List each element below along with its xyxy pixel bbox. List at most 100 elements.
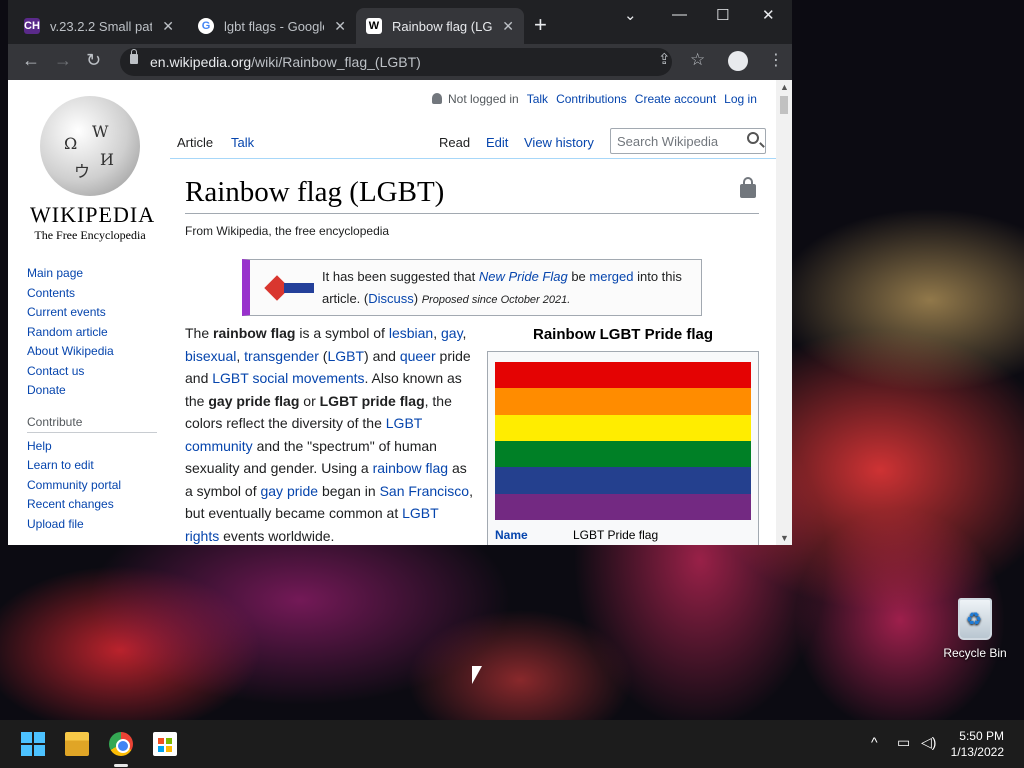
- infobox-value: LGBT Pride flag: [573, 528, 659, 542]
- puzzle-globe-icon: ΩWИウ: [40, 96, 140, 196]
- profile-avatar-icon[interactable]: [728, 51, 748, 71]
- reload-icon[interactable]: ↻: [86, 50, 101, 71]
- wikipedia-page: ΩWИウ WIKIPEDIA The Free Encyclopedia Mai…: [8, 80, 792, 545]
- tab-rainbow-flag[interactable]: W Rainbow flag (LGBT) - ✕: [356, 8, 524, 44]
- create-account-link[interactable]: Create account: [635, 92, 716, 106]
- show-hidden-icons-chevron-icon[interactable]: ^: [871, 734, 878, 750]
- proposed-date: Proposed since October 2021.: [421, 294, 571, 306]
- maximize-icon[interactable]: ☐: [716, 6, 729, 24]
- user-icon: [432, 93, 442, 104]
- tab-title: v.23.2.2 Small patch: [50, 18, 153, 34]
- wikipedia-logo[interactable]: ΩWИウ WIKIPEDIA The Free Encyclopedia: [30, 96, 154, 243]
- tab-read[interactable]: Read: [439, 135, 470, 150]
- link-gay[interactable]: gay: [441, 325, 463, 341]
- address-bar[interactable]: en.wikipedia.org/wiki/Rainbow_flag_(LGBT…: [120, 48, 672, 76]
- flag-stripe: [495, 362, 751, 389]
- tab-small-patch[interactable]: CH v.23.2.2 Small patch ✕: [14, 8, 184, 44]
- nav-help[interactable]: Help: [27, 437, 167, 457]
- scroll-thumb[interactable]: [780, 96, 788, 114]
- infobox-title: Rainbow LGBT Pride flag: [532, 326, 713, 343]
- scroll-down-icon[interactable]: ▼: [780, 533, 789, 543]
- taskbar: ^ ▭ ◁) 5:50 PM 1/13/2022: [0, 720, 1024, 768]
- article-lead-paragraph: The rainbow flag is a symbol of lesbian,…: [185, 325, 473, 544]
- scroll-up-icon[interactable]: ▲: [780, 82, 789, 92]
- flag-stripe: [495, 440, 751, 468]
- flag-stripe: [495, 467, 751, 494]
- tab-talk[interactable]: Talk: [231, 135, 254, 150]
- log-in-link[interactable]: Log in: [724, 92, 757, 106]
- link-gay-pride[interactable]: gay pride: [260, 483, 318, 499]
- nav-random-article[interactable]: Random article: [27, 323, 167, 343]
- nav-current-events[interactable]: Current events: [27, 303, 167, 323]
- close-tab-icon[interactable]: ✕: [162, 18, 174, 35]
- nav-contact-us[interactable]: Contact us: [27, 362, 167, 382]
- tagline: The Free Encyclopedia: [34, 228, 146, 242]
- start-button[interactable]: [21, 732, 45, 756]
- infobox: Rainbow LGBT Pride flag Name LGBT Pride …: [487, 322, 759, 545]
- nav-recent-changes[interactable]: Recent changes: [27, 495, 167, 515]
- flag-stripe: [495, 388, 751, 415]
- chrome-icon[interactable]: [109, 732, 133, 756]
- contributions-link[interactable]: Contributions: [556, 92, 627, 106]
- merged-link[interactable]: merged: [589, 269, 633, 284]
- link-transgender[interactable]: transgender: [244, 348, 319, 364]
- minimize-icon[interactable]: —: [672, 6, 687, 23]
- active-app-indicator: [114, 764, 128, 767]
- clock[interactable]: 5:50 PM 1/13/2022: [946, 728, 1004, 760]
- page-scrollbar[interactable]: ▲ ▼: [776, 80, 792, 545]
- nav-about-wikipedia[interactable]: About Wikipedia: [27, 342, 167, 362]
- file-explorer-icon[interactable]: [65, 732, 89, 756]
- contribute-heading: Contribute: [27, 415, 157, 433]
- infobox-row-name: Name LGBT Pride flag: [495, 528, 751, 542]
- rainbow-flag-image[interactable]: [495, 362, 751, 520]
- link-lesbian[interactable]: lesbian: [389, 325, 433, 341]
- flag-stripe: [495, 414, 751, 441]
- link-lgbt[interactable]: LGBT: [327, 348, 364, 364]
- close-tab-icon[interactable]: ✕: [334, 18, 346, 35]
- microsoft-store-icon[interactable]: [153, 732, 177, 756]
- nav-contents[interactable]: Contents: [27, 284, 167, 304]
- forward-icon[interactable]: →: [54, 50, 72, 71]
- tab-title: lgbt flags - Google Se: [224, 18, 324, 34]
- volume-icon[interactable]: ◁): [921, 734, 936, 751]
- link-lgbt-social-movements[interactable]: LGBT social movements: [212, 370, 364, 386]
- protection-lock-icon[interactable]: [740, 177, 756, 198]
- chrome-window: CH v.23.2.2 Small patch ✕ G lgbt flags -…: [8, 0, 792, 545]
- link-bisexual[interactable]: bisexual: [185, 348, 236, 364]
- tab-google-search[interactable]: G lgbt flags - Google Se ✕: [188, 8, 356, 44]
- menu-kebab-icon[interactable]: ⋮: [768, 50, 784, 70]
- search-placeholder: Search Wikipedia: [617, 134, 719, 149]
- link-rainbow-flag[interactable]: rainbow flag: [373, 460, 449, 476]
- recycle-bin-label: Recycle Bin: [943, 646, 1007, 660]
- search-icon[interactable]: [747, 132, 759, 144]
- back-icon[interactable]: ←: [22, 50, 40, 71]
- tab-search-icon[interactable]: ⌄: [624, 6, 637, 24]
- bookmark-star-icon[interactable]: ☆: [690, 50, 705, 70]
- infobox-key: Name: [495, 528, 528, 542]
- nav-upload-file[interactable]: Upload file: [27, 515, 167, 535]
- lock-icon: [130, 49, 138, 64]
- link-san-francisco[interactable]: San Francisco: [380, 483, 469, 499]
- google-icon: G: [198, 18, 214, 34]
- nav-community-portal[interactable]: Community portal: [27, 476, 167, 496]
- close-tab-icon[interactable]: ✕: [502, 18, 514, 35]
- app-icon: CH: [24, 18, 40, 34]
- recycle-bin-icon: [958, 598, 992, 640]
- share-icon[interactable]: ⇪: [658, 50, 671, 68]
- nav-learn-to-edit[interactable]: Learn to edit: [27, 456, 167, 476]
- tab-view-history[interactable]: View history: [524, 135, 594, 150]
- new-tab-button[interactable]: +: [534, 12, 547, 38]
- tab-article[interactable]: Article: [177, 135, 213, 150]
- personal-talk-link[interactable]: Talk: [527, 92, 548, 106]
- nav-main-page[interactable]: Main page: [27, 264, 167, 284]
- new-pride-flag-link[interactable]: New Pride Flag: [479, 269, 568, 284]
- recycle-bin-shortcut[interactable]: Recycle Bin: [940, 594, 1010, 660]
- link-queer[interactable]: queer: [400, 348, 436, 364]
- close-window-icon[interactable]: ✕: [762, 6, 775, 24]
- merge-notice: It has been suggested that New Pride Fla…: [242, 259, 702, 316]
- network-icon[interactable]: ▭: [897, 734, 910, 751]
- discuss-link[interactable]: Discuss: [368, 291, 414, 306]
- search-input[interactable]: Search Wikipedia: [610, 128, 766, 154]
- nav-donate[interactable]: Donate: [27, 381, 167, 401]
- tab-edit[interactable]: Edit: [486, 135, 508, 150]
